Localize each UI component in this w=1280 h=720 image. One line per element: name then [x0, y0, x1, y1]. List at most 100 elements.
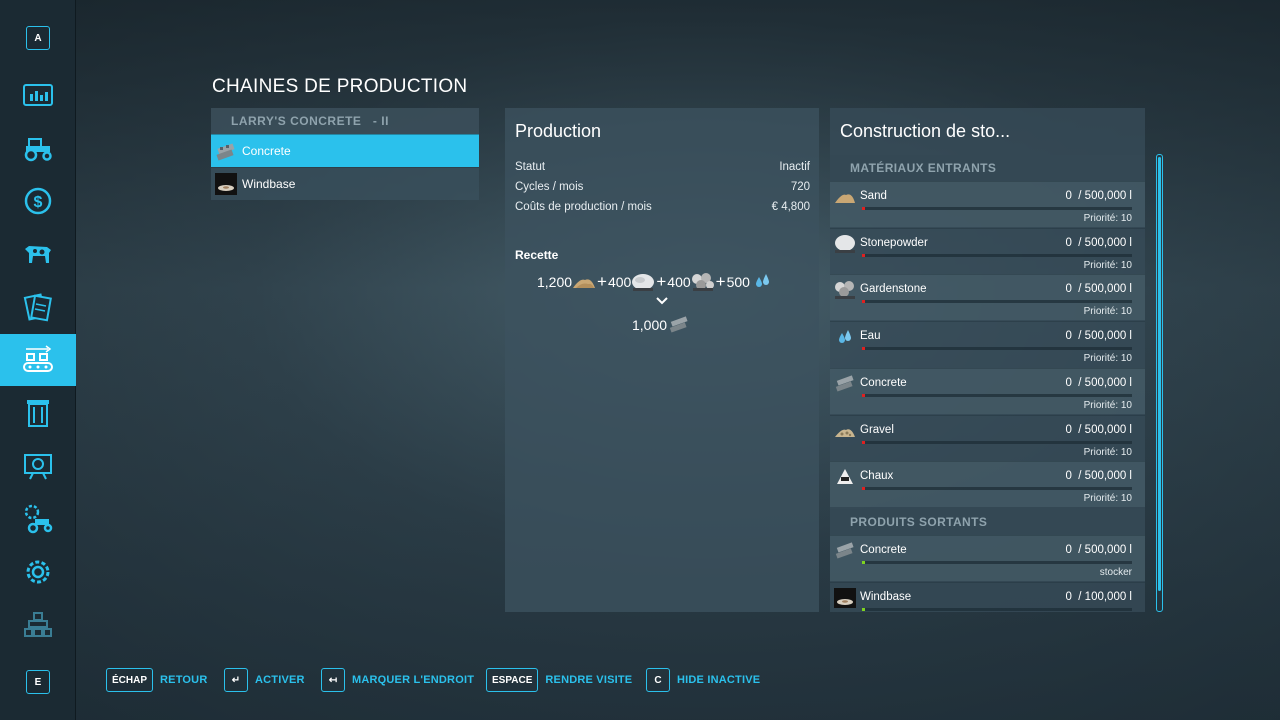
windbase-icon [834, 588, 856, 608]
recipe-plus: + [656, 272, 667, 291]
recipe-amount: 400 [667, 274, 691, 290]
sidebar-item-vehicle-settings[interactable] [0, 493, 76, 545]
hint-label: RETOUR [160, 674, 208, 686]
list-item-windbase[interactable]: Windbase [211, 167, 479, 200]
storage-item-name: Chaux [860, 470, 894, 482]
animals-icon [25, 246, 51, 263]
priority-label: Priorité: 10 [1083, 493, 1132, 504]
production-title: Production [515, 121, 602, 141]
priority-label: Priorité: 10 [1083, 306, 1132, 317]
hierarchy-icon [24, 612, 52, 637]
water-icon [834, 327, 856, 347]
recipe-label: Recette [515, 248, 559, 262]
stat-label: Statut [515, 161, 546, 173]
concrete-icon [667, 315, 691, 335]
stat-value: Inactif [779, 161, 810, 173]
amount-value: 0 [1065, 283, 1072, 295]
sidebar-item-hierarchy[interactable] [0, 599, 76, 651]
storage-item-name: Windbase [860, 591, 912, 603]
list-item-concrete[interactable]: Concrete [211, 134, 479, 167]
storage-amount: 0 / 100,000 l [1065, 591, 1132, 603]
silo-icon [27, 400, 49, 427]
fill-level-bar [862, 487, 1132, 490]
fill-level [862, 561, 865, 564]
sand-icon [572, 272, 596, 292]
amount-value: 0 [1065, 544, 1072, 556]
hint-label: RENDRE VISITE [545, 674, 633, 686]
storage-row-sand: Sand 0 / 500,000 l Priorité: 10 [830, 181, 1145, 227]
windbase-icon [215, 173, 237, 195]
page-title: CHAINES DE PRODUCTION [212, 76, 468, 97]
scrollbar-thumb[interactable] [1158, 157, 1161, 591]
hint-back[interactable]: ÉCHAP RETOUR [106, 668, 207, 692]
sidebar-item-stats[interactable] [0, 69, 76, 121]
capacity-value: / 500,000 l [1078, 330, 1132, 342]
sidebar: A $ E [0, 0, 76, 720]
sidebar-item-animals[interactable] [0, 228, 76, 280]
output-mode-label[interactable]: stocker [1100, 567, 1132, 578]
recipe-output: 1,000 [632, 314, 691, 336]
recipe-amount: 1,200 [537, 274, 573, 290]
stat-label: Coûts de production / mois [515, 201, 652, 213]
fill-level [862, 300, 865, 303]
production-point-header: LARRY'S CONCRETE - II [211, 108, 479, 134]
svg-text:$: $ [34, 194, 43, 211]
sidebar-item-settings[interactable] [0, 546, 76, 598]
sidebar-item-storage[interactable] [0, 387, 76, 439]
fill-level-bar [862, 561, 1132, 564]
gravel-icon [834, 421, 856, 441]
fill-level [862, 347, 865, 350]
recipe-output-amount: 1,000 [632, 317, 668, 333]
page-prev-key[interactable]: A [0, 12, 76, 64]
storage-row-gravel: Gravel 0 / 500,000 l Priorité: 10 [830, 415, 1145, 461]
storage-item-name: Concrete [860, 377, 907, 389]
storage-amount: 0 / 500,000 l [1065, 283, 1132, 295]
page-next-key[interactable]: E [0, 656, 76, 708]
fill-level-bar [862, 441, 1132, 444]
recipe-amount: 400 [607, 274, 632, 290]
fill-level-bar [862, 207, 1132, 210]
contracts-icon [23, 293, 52, 322]
fill-level [862, 254, 865, 257]
storage-scrollbar[interactable] [1156, 154, 1163, 612]
production-icon [23, 345, 53, 372]
fill-level-bar [862, 300, 1132, 303]
sidebar-item-contracts[interactable] [0, 281, 76, 333]
stonepowder-icon [834, 234, 856, 254]
stonepowder-icon [631, 272, 655, 292]
sand-icon [834, 187, 856, 207]
hint-visit[interactable]: ESPACE RENDRE VISITE [486, 668, 632, 692]
hint-activate[interactable]: ↵ ACTIVER [224, 668, 305, 692]
priority-label: Priorité: 10 [1083, 260, 1132, 271]
storage-amount: 0 / 500,000 l [1065, 544, 1132, 556]
sidebar-item-vehicles[interactable] [0, 122, 76, 174]
fill-level-bar [862, 347, 1132, 350]
concrete-icon [834, 541, 856, 561]
key-c: C [646, 668, 670, 692]
hint-hide-inactive[interactable]: C HIDE INACTIVE [646, 668, 760, 692]
hint-mark-location[interactable]: ↤ MARQUER L'ENDROIT [321, 668, 474, 692]
sidebar-item-tutorial[interactable] [0, 440, 76, 492]
amount-value: 0 [1065, 591, 1072, 603]
storage-row-stonepowder: Stonepowder 0 / 500,000 l Priorité: 10 [830, 228, 1145, 274]
key-enter: ↵ [224, 668, 248, 692]
hint-label: HIDE INACTIVE [677, 674, 761, 686]
storage-row-eau: Eau 0 / 500,000 l Priorité: 10 [830, 321, 1145, 367]
sidebar-item-production[interactable] [0, 334, 76, 386]
gardenstone-icon [834, 280, 856, 300]
sidebar-item-finances[interactable]: $ [0, 175, 76, 227]
storage-item-name: Gravel [860, 424, 894, 436]
storage-amount: 0 / 500,000 l [1065, 330, 1132, 342]
stat-value: 720 [790, 181, 810, 193]
outputs-section-header: PRODUITS SORTANTS [830, 509, 1145, 535]
storage-amount: 0 / 500,000 l [1065, 424, 1132, 436]
priority-label: Priorité: 10 [1083, 353, 1132, 364]
water-icon [750, 272, 774, 292]
settings-icon [26, 560, 50, 584]
gardenstone-icon [691, 272, 715, 292]
capacity-value: / 500,000 l [1078, 377, 1132, 389]
fill-level-bar [862, 394, 1132, 397]
storage-row-chaux: Chaux 0 / 500,000 l Priorité: 10 [830, 461, 1145, 507]
storage-amount: 0 / 500,000 l [1065, 190, 1132, 202]
fill-level [862, 207, 865, 210]
